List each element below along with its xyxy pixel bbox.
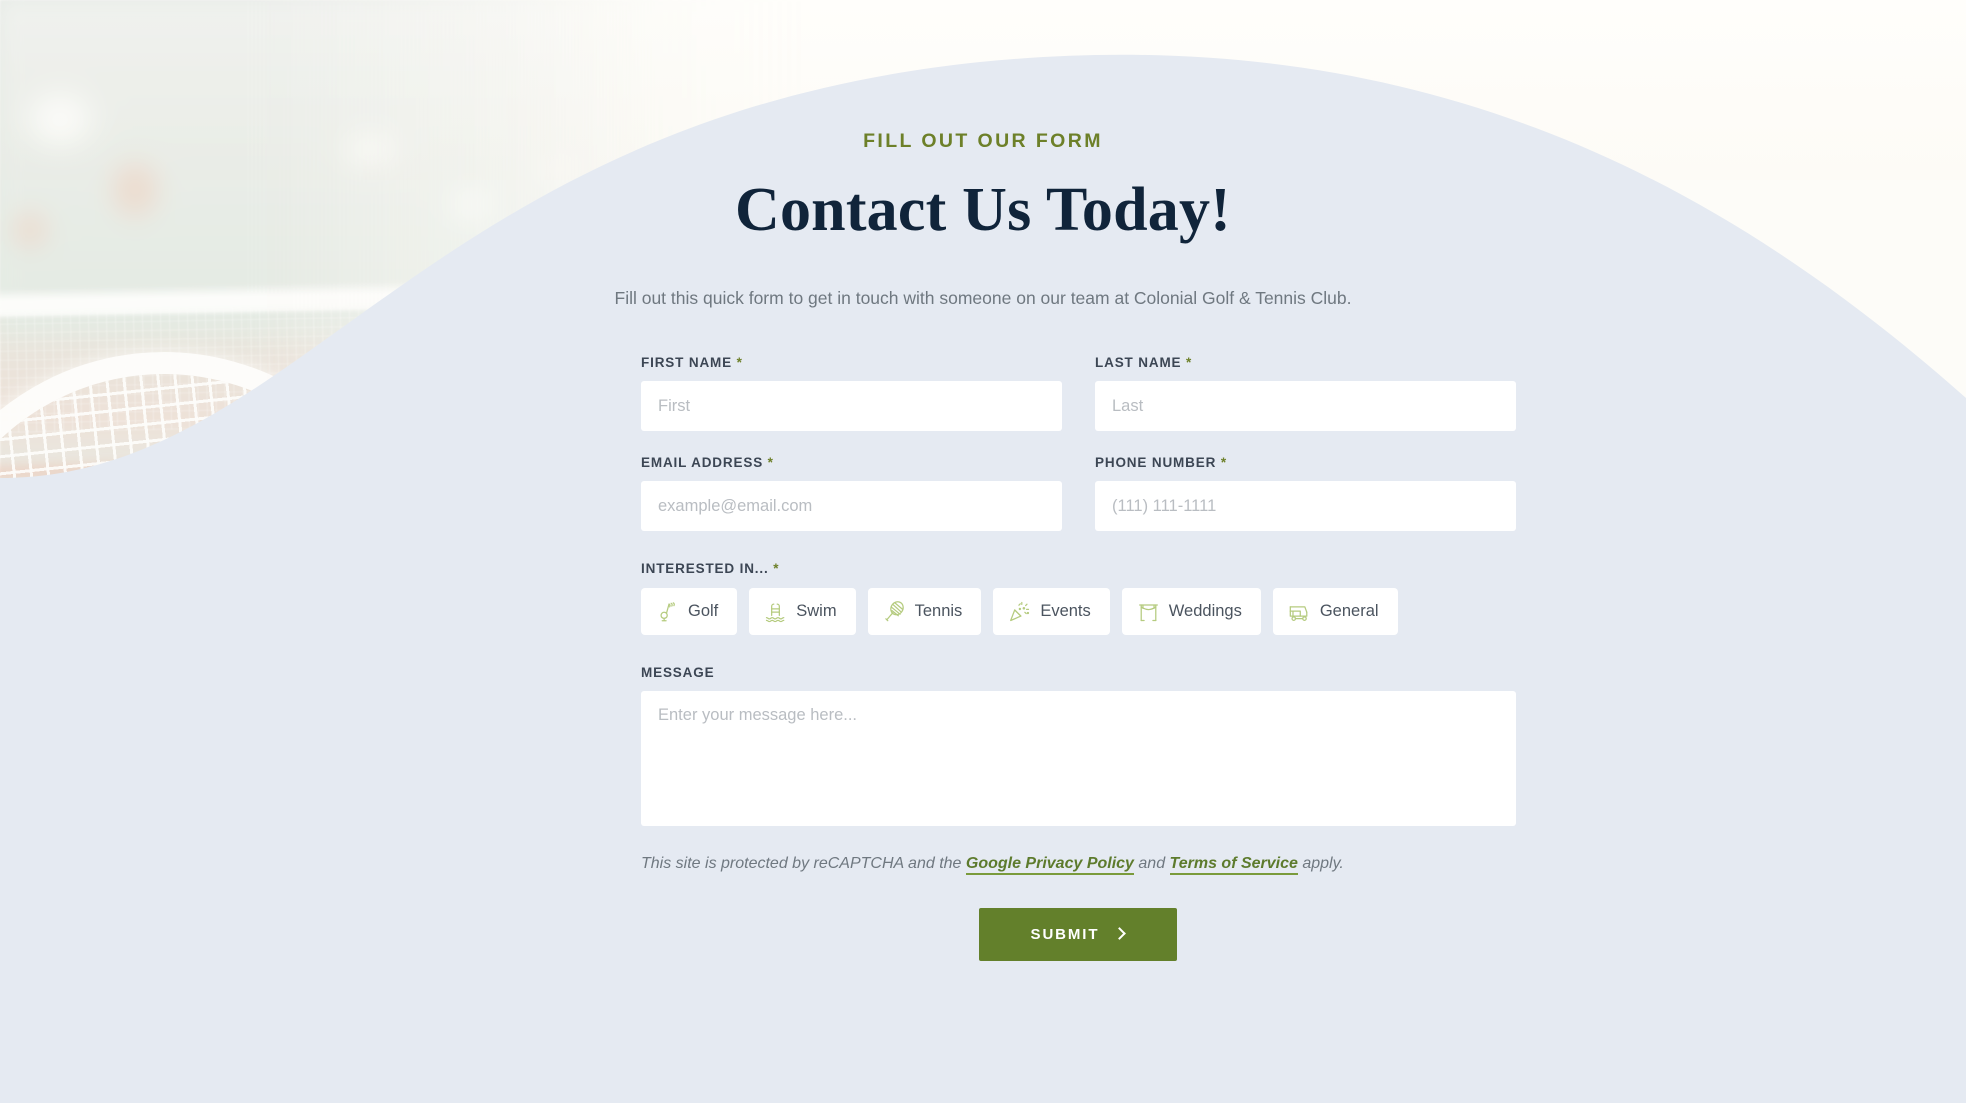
- interest-option-events[interactable]: Events: [993, 588, 1110, 635]
- interest-label-text: INTERESTED IN...: [641, 561, 769, 576]
- contact-section: FILL OUT OUR FORM Contact Us Today! Fill…: [0, 0, 1966, 1103]
- phone-label-text: PHONE NUMBER: [1095, 455, 1217, 470]
- email-label-text: EMAIL ADDRESS: [641, 455, 764, 470]
- interest-label: INTERESTED IN... *: [641, 561, 1516, 576]
- page-title: Contact Us Today!: [734, 176, 1232, 244]
- phone-required-mark: *: [1220, 455, 1227, 470]
- last-name-label-text: LAST NAME: [1095, 355, 1182, 370]
- email-group: EMAIL ADDRESS *: [641, 455, 1062, 531]
- first-name-group: FIRST NAME *: [641, 355, 1062, 431]
- recaptcha-tail-text: apply.: [1297, 855, 1344, 872]
- events-icon: [1008, 600, 1031, 623]
- email-label: EMAIL ADDRESS *: [641, 455, 1062, 470]
- interest-group: INTERESTED IN... * Golf Swim Tennis Even…: [641, 561, 1516, 635]
- tennis-icon: [883, 600, 906, 623]
- google-privacy-policy-link[interactable]: Google Privacy Policy: [965, 855, 1134, 875]
- phone-group: PHONE NUMBER *: [1095, 455, 1516, 531]
- first-name-input[interactable]: [641, 381, 1062, 431]
- first-name-required-mark: *: [736, 355, 743, 370]
- interest-option-label: Events: [1040, 602, 1091, 620]
- form-row-contact: EMAIL ADDRESS * PHONE NUMBER *: [641, 455, 1516, 531]
- recaptcha-mid-text: and: [1133, 855, 1170, 872]
- chevron-right-icon: [1113, 927, 1127, 941]
- golf-icon: [656, 600, 679, 623]
- interest-option-swim[interactable]: Swim: [749, 588, 856, 635]
- submit-button[interactable]: SUBMIT: [978, 907, 1177, 961]
- message-label-text: MESSAGE: [641, 665, 715, 680]
- submit-row: SUBMIT: [641, 907, 1516, 961]
- interest-option-label: Golf: [688, 602, 719, 620]
- last-name-group: LAST NAME *: [1095, 355, 1516, 431]
- message-textarea[interactable]: [641, 691, 1516, 826]
- interest-option-label: General: [1319, 602, 1379, 620]
- interest-option-golf[interactable]: Golf: [641, 588, 738, 635]
- interest-required-mark: *: [773, 561, 780, 576]
- interest-options: Golf Swim Tennis Events Weddings General: [641, 588, 1516, 635]
- interest-option-weddings[interactable]: Weddings: [1121, 588, 1261, 635]
- weddings-icon: [1137, 600, 1160, 623]
- last-name-label: LAST NAME *: [1095, 355, 1516, 370]
- submit-button-label: SUBMIT: [1030, 925, 1100, 943]
- form-row-name: FIRST NAME * LAST NAME *: [641, 355, 1516, 431]
- terms-of-service-link[interactable]: Terms of Service: [1169, 855, 1298, 875]
- interest-option-label: Weddings: [1168, 602, 1242, 620]
- first-name-label: FIRST NAME *: [641, 355, 1062, 370]
- interest-option-label: Tennis: [914, 602, 963, 620]
- section-eyebrow: FILL OUT OUR FORM: [863, 130, 1103, 152]
- last-name-input[interactable]: [1095, 381, 1516, 431]
- last-name-required-mark: *: [1186, 355, 1193, 370]
- swim-icon: [764, 600, 787, 623]
- interest-option-tennis[interactable]: Tennis: [867, 588, 982, 635]
- phone-field[interactable]: [1095, 481, 1516, 531]
- golf-cart-icon: [1288, 600, 1311, 623]
- message-group: MESSAGE: [641, 665, 1516, 826]
- phone-label: PHONE NUMBER *: [1095, 455, 1516, 470]
- first-name-label-text: FIRST NAME: [641, 355, 732, 370]
- email-required-mark: *: [767, 455, 774, 470]
- email-field[interactable]: [641, 481, 1062, 531]
- interest-option-label: Swim: [796, 602, 837, 620]
- section-subtext: Fill out this quick form to get in touch…: [614, 288, 1352, 308]
- interest-option-general[interactable]: General: [1272, 588, 1398, 635]
- recaptcha-disclaimer: This site is protected by reCAPTCHA and …: [641, 854, 1516, 875]
- message-label: MESSAGE: [641, 665, 1516, 680]
- contact-form: FIRST NAME * LAST NAME * EMAIL ADDRESS *: [641, 355, 1516, 961]
- recaptcha-lead-text: This site is protected by reCAPTCHA and …: [641, 855, 966, 872]
